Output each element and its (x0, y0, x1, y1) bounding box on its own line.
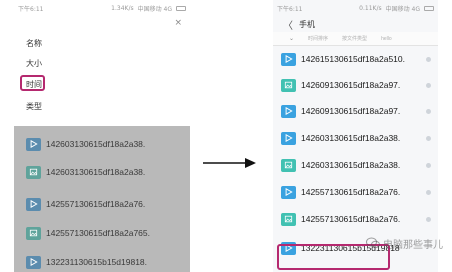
right-arrow-icon (203, 158, 256, 168)
battery-icon (176, 5, 186, 11)
file-name: 142609130615df18a2a97. (301, 80, 401, 90)
file-name: 142557130615df18a2a76. (46, 199, 146, 209)
image-file-icon (281, 212, 296, 226)
checkbox[interactable] (426, 56, 431, 62)
status-time: 下午6:11 (277, 5, 303, 13)
video-file-icon (281, 131, 296, 145)
list-item[interactable]: 142615130615df18a2a510. (281, 46, 431, 72)
list-item[interactable]: 142557130615df18a2a765. (26, 224, 150, 242)
watermark-text: 电脑那些事儿 (383, 239, 443, 251)
column-label[interactable]: 按文件类型 (342, 35, 367, 42)
sort-option-name[interactable]: 名称 (26, 38, 42, 49)
status-speed: 1.34K/s (111, 4, 134, 12)
page-title: 手机 (299, 19, 315, 29)
file-name: 142603130615df18a2a38. (301, 160, 401, 170)
file-name: 142603130615df18a2a38. (46, 167, 146, 177)
file-name: 132231130615b15d19818. (46, 257, 148, 267)
file-name: 142603130615df18a2a38. (301, 133, 401, 143)
list-item[interactable]: 142609130615df18a2a97. (281, 72, 431, 98)
list-item[interactable]: 142557130615df18a2a76. (281, 206, 431, 232)
tutorial-screenshot: 下午6:11 1.34K/s 中国移动 4G × 名称 大小 时间 类型 142… (0, 0, 452, 272)
sort-header: ⌄ 时间排序 按文件类型 hello (273, 32, 438, 46)
list-item[interactable]: 132231130615b15d19818. (26, 253, 147, 271)
image-file-icon (26, 165, 41, 179)
list-item[interactable]: 142557130615df18a2a76. (26, 195, 145, 213)
phone-screen-sort-menu: 下午6:11 1.34K/s 中国移动 4G × 名称 大小 时间 类型 142… (14, 0, 190, 272)
list-item[interactable]: 142609130615df18a2a97. (281, 98, 431, 124)
video-file-icon (26, 255, 41, 269)
sort-options-sheet: × 名称 大小 时间 类型 (14, 16, 190, 126)
checkbox[interactable] (426, 108, 431, 114)
status-carrier: 中国移动 4G (385, 5, 420, 13)
highlight-box-time-option (20, 75, 45, 91)
checkbox[interactable] (426, 162, 431, 168)
close-icon[interactable]: × (174, 18, 182, 28)
column-label[interactable]: hello (381, 36, 392, 42)
sort-option-size[interactable]: 大小 (26, 58, 42, 69)
sort-option-type[interactable]: 类型 (26, 101, 42, 112)
video-file-icon (281, 185, 296, 199)
status-carrier: 中国移动 4G (137, 5, 172, 13)
battery-icon (424, 5, 434, 11)
dimmed-file-list: 142603130615df18a2a38. 142603130615df18a… (14, 126, 190, 272)
status-bar: 下午6:11 1.34K/s 中国移动 4G (14, 0, 190, 16)
file-name: 142557130615df18a2a765. (46, 228, 150, 238)
video-file-icon (281, 241, 296, 255)
checkbox[interactable] (426, 82, 431, 88)
file-name: 142557130615df18a2a76. (301, 187, 401, 197)
checkbox[interactable] (426, 189, 431, 195)
phone-screen-sorted-list: 下午6:11 0.11K/s 中国移动 4G 〈 手机 ⌄ 时间排序 按文件类型… (273, 0, 438, 272)
video-file-icon (26, 197, 41, 211)
list-item[interactable]: 142603130615df18a2a38. (26, 135, 145, 153)
image-file-icon (281, 158, 296, 172)
list-item[interactable]: 142603130615df18a2a38. (26, 163, 145, 181)
file-name: 142609130615df18a2a97. (301, 106, 401, 116)
list-item[interactable]: 142557130615df18a2a76. (281, 179, 431, 205)
status-bar: 下午6:11 0.11K/s 中国移动 4G (273, 0, 438, 16)
back-icon[interactable]: 〈 (283, 17, 293, 32)
checkbox[interactable] (426, 216, 431, 222)
wechat-logo-icon (366, 237, 380, 249)
video-file-icon (281, 104, 296, 118)
checkbox[interactable] (426, 135, 431, 141)
file-name: 142603130615df18a2a38. (46, 139, 146, 149)
list-item[interactable]: 142603130615df18a2a38. (281, 152, 431, 178)
video-file-icon (26, 137, 41, 151)
file-name: 142557130615df18a2a76. (301, 214, 401, 224)
watermark: 电脑那些事儿 (366, 235, 450, 251)
file-name: 142615130615df18a2a510. (301, 54, 405, 64)
chevron-down-icon[interactable]: ⌄ (289, 35, 294, 42)
image-file-icon (26, 226, 41, 240)
status-time: 下午6:11 (18, 5, 44, 13)
image-file-icon (281, 78, 296, 92)
column-label[interactable]: 时间排序 (308, 35, 328, 42)
status-speed: 0.11K/s (359, 4, 382, 12)
video-file-icon (281, 52, 296, 66)
list-item[interactable]: 142603130615df18a2a38. (281, 125, 431, 151)
title-bar: 〈 手机 (273, 16, 438, 32)
